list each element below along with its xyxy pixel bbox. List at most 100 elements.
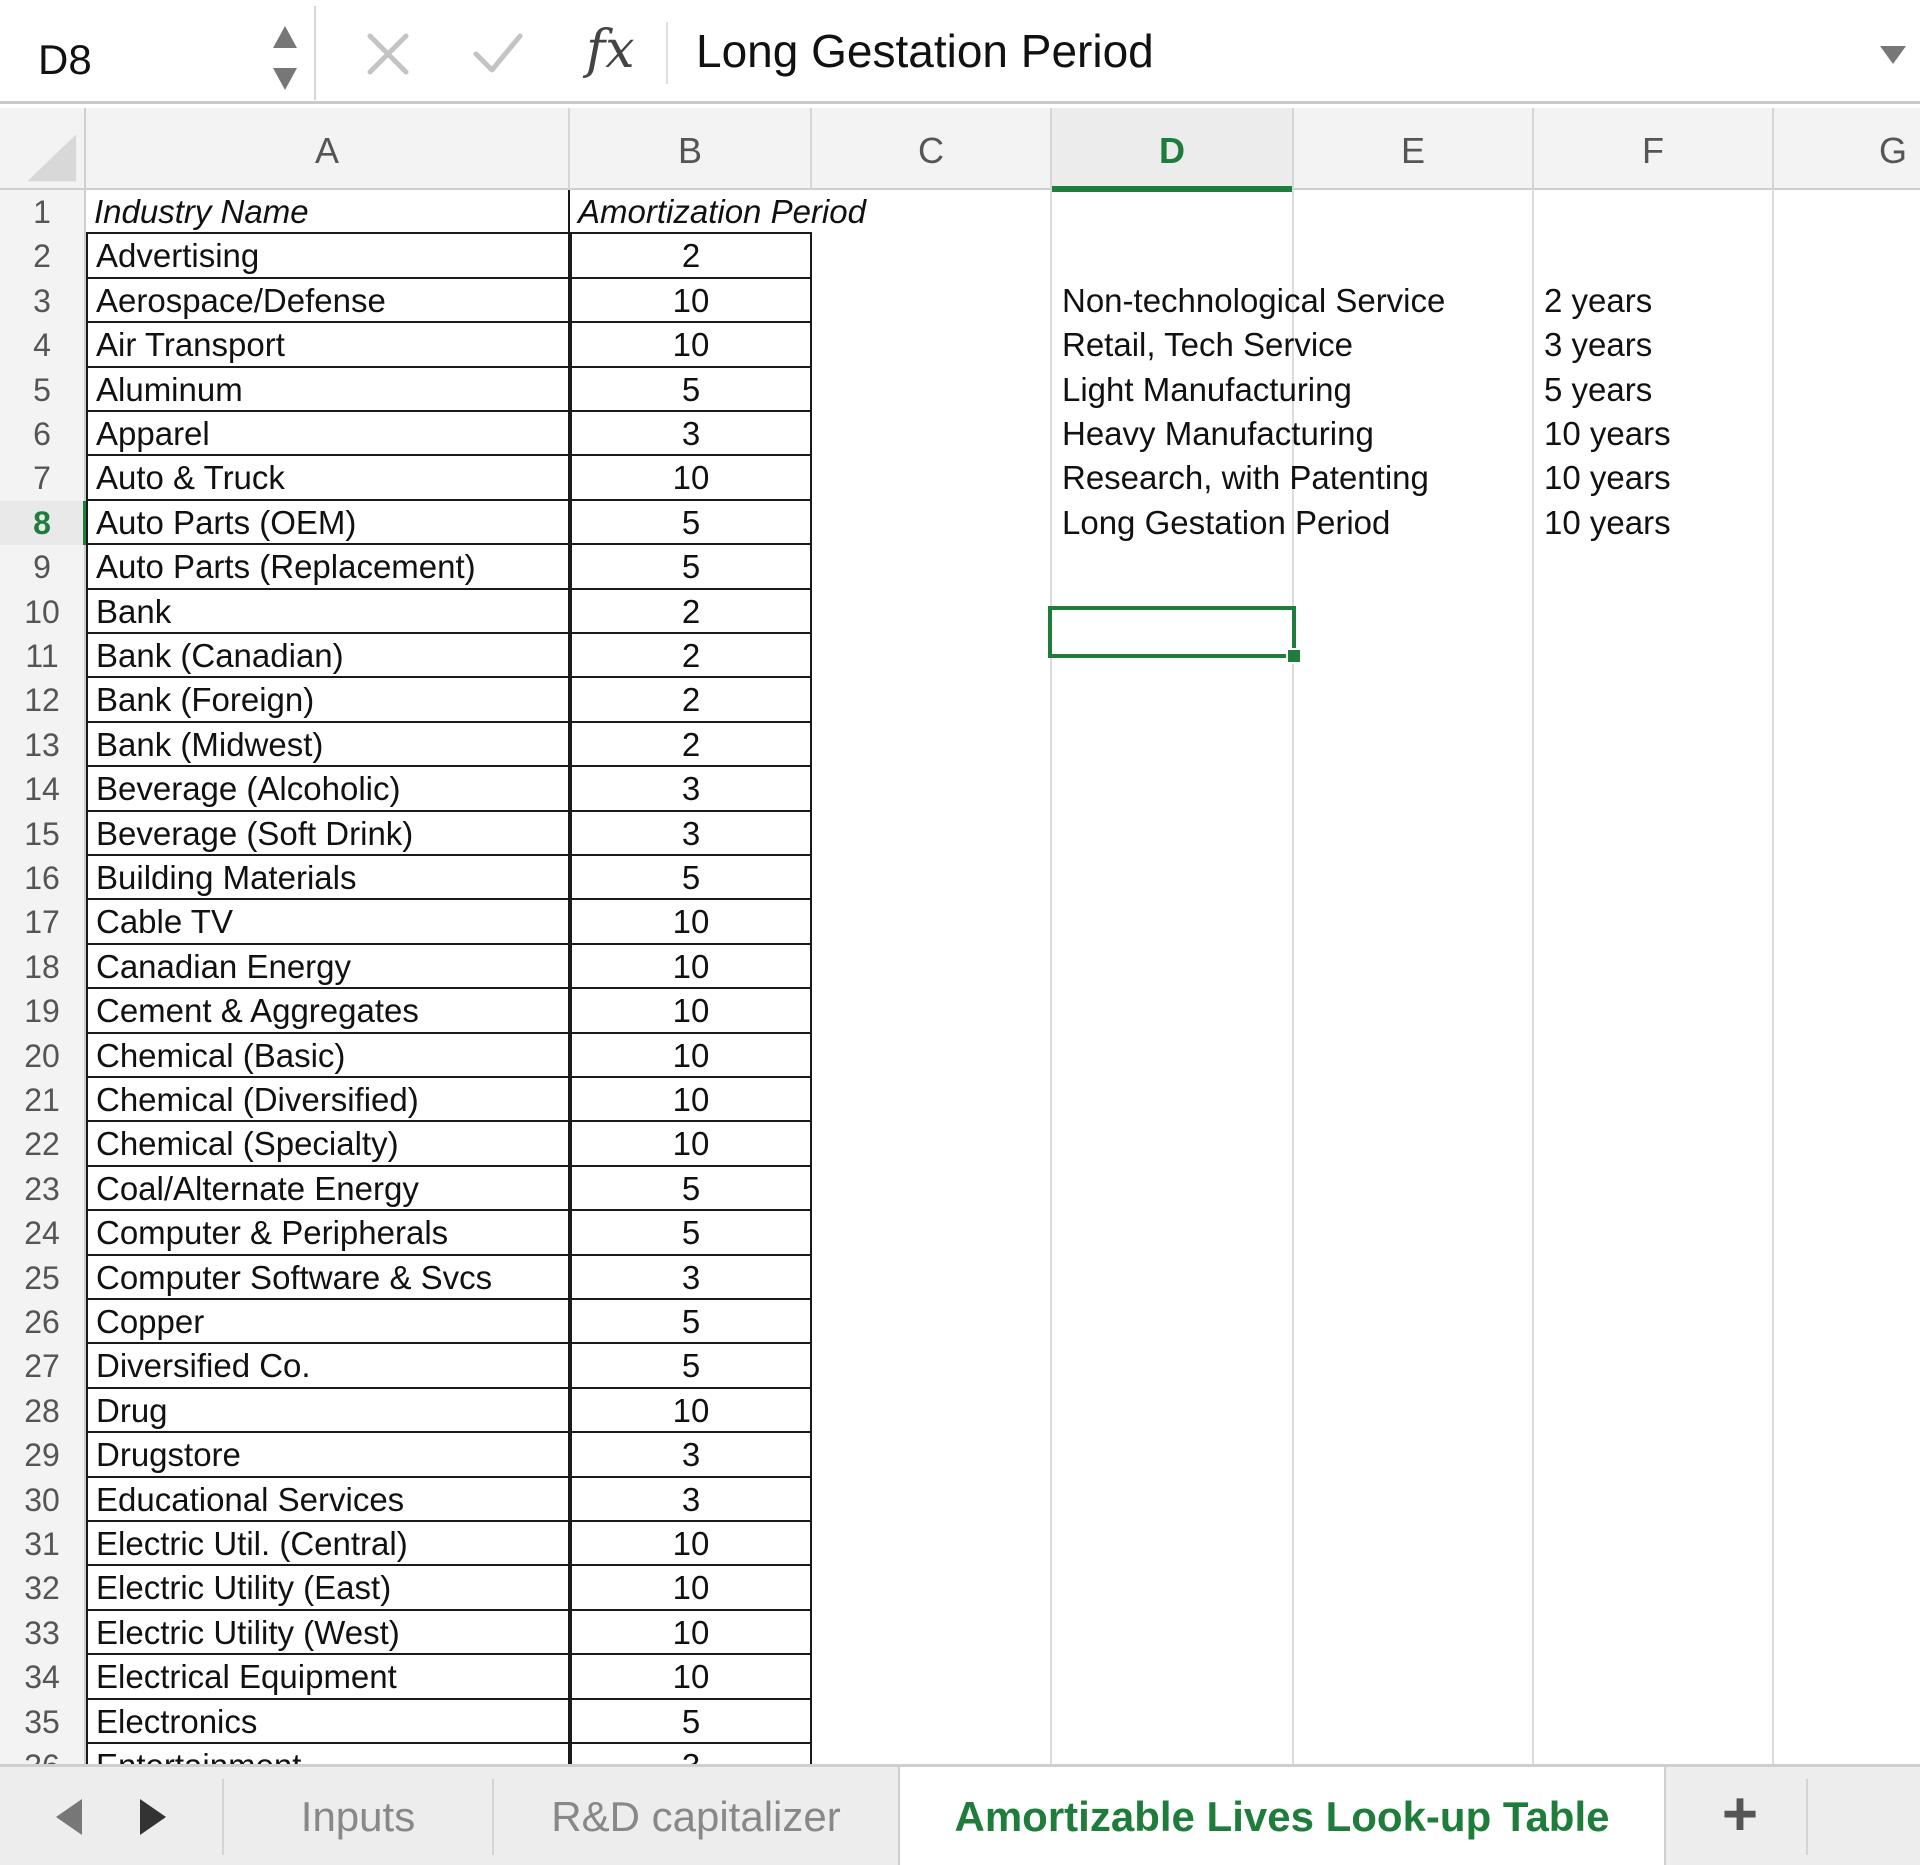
industry-name-cell[interactable]: Drug — [86, 1388, 570, 1434]
row-header[interactable]: 33 — [0, 1610, 86, 1656]
industry-name-cell[interactable]: Electronics — [86, 1699, 570, 1744]
industry-name-cell[interactable]: Bank (Canadian) — [86, 634, 570, 679]
row-header[interactable]: 23 — [0, 1166, 86, 1212]
stepper-icon[interactable] — [270, 22, 300, 94]
amortization-period-cell[interactable]: 3 — [570, 1433, 812, 1478]
chevron-down-icon[interactable] — [1878, 44, 1908, 66]
amortization-period-cell[interactable]: 5 — [570, 500, 812, 546]
industry-name-cell[interactable]: Beverage (Soft Drink) — [86, 811, 570, 856]
industry-name-header[interactable]: Industry Name — [86, 190, 570, 235]
amortization-period-cell[interactable]: 10 — [570, 1655, 812, 1700]
row-header[interactable]: 2 — [0, 234, 86, 279]
lookup-category-cell[interactable]: Heavy Manufacturing — [1052, 412, 1374, 456]
amortization-period-cell[interactable]: 10 — [570, 1522, 812, 1567]
lookup-category-cell[interactable]: Long Gestation Period — [1052, 501, 1390, 545]
amortization-period-cell[interactable]: 5 — [570, 367, 812, 412]
row-header[interactable]: 32 — [0, 1566, 86, 1611]
industry-name-cell[interactable]: Apparel — [86, 412, 570, 457]
amortization-period-cell[interactable]: 3 — [570, 1255, 812, 1300]
amortization-period-cell[interactable]: 10 — [570, 989, 812, 1034]
industry-name-cell[interactable]: Auto & Truck — [86, 456, 570, 501]
amortization-period-cell[interactable]: 10 — [570, 944, 812, 990]
add-sheet-button[interactable]: + — [1712, 1784, 1768, 1849]
industry-name-cell[interactable]: Copper — [86, 1300, 570, 1345]
lookup-life-cell[interactable]: 10 years — [1534, 501, 1774, 545]
column-header-b[interactable]: B — [570, 108, 812, 190]
row-header[interactable]: 17 — [0, 900, 86, 945]
amortization-period-cell[interactable]: 2 — [570, 722, 812, 768]
column-header-e[interactable]: E — [1294, 108, 1534, 190]
industry-name-cell[interactable]: Bank (Foreign) — [86, 678, 570, 723]
row-header[interactable]: 26 — [0, 1300, 86, 1345]
amortization-period-cell[interactable]: 10 — [570, 1122, 812, 1167]
lookup-life-cell[interactable]: 3 years — [1534, 323, 1774, 367]
industry-name-cell[interactable]: Coal/Alternate Energy — [86, 1166, 570, 1212]
industry-name-cell[interactable]: Canadian Energy — [86, 944, 570, 990]
amortization-period-cell[interactable]: 2 — [570, 234, 812, 279]
industry-name-cell[interactable]: Educational Services — [86, 1477, 570, 1522]
row-header[interactable]: 4 — [0, 323, 86, 368]
amortization-period-cell[interactable]: 10 — [570, 278, 812, 324]
row-header[interactable]: 25 — [0, 1255, 86, 1300]
industry-name-cell[interactable]: Computer Software & Svcs — [86, 1255, 570, 1300]
industry-name-cell[interactable]: Auto Parts (Replacement) — [86, 545, 570, 590]
amortization-period-cell[interactable]: 3 — [570, 412, 812, 457]
amortization-period-cell[interactable]: 3 — [570, 811, 812, 856]
lookup-category-cell[interactable]: Retail, Tech Service — [1052, 323, 1353, 367]
lookup-life-cell[interactable]: 10 years — [1534, 456, 1774, 500]
industry-name-cell[interactable]: Aluminum — [86, 367, 570, 412]
row-header[interactable]: 10 — [0, 589, 86, 634]
amortization-period-cell[interactable]: 10 — [570, 1388, 812, 1434]
lookup-life-cell[interactable]: 2 years — [1534, 279, 1774, 323]
row-header[interactable]: 1 — [0, 190, 86, 235]
row-header[interactable]: 14 — [0, 767, 86, 812]
row-header[interactable]: 35 — [0, 1699, 86, 1744]
amortization-period-cell[interactable]: 5 — [570, 1166, 812, 1212]
amortization-period-cell[interactable]: 3 — [570, 1477, 812, 1522]
row-header[interactable]: 13 — [0, 722, 86, 768]
next-sheet-arrow-icon[interactable] — [132, 1795, 172, 1839]
industry-name-cell[interactable]: Advertising — [86, 234, 570, 279]
tab-amortizable-lives-lookup[interactable]: Amortizable Lives Look-up Table — [898, 1767, 1666, 1865]
row-header[interactable]: 7 — [0, 456, 86, 501]
row-header[interactable]: 6 — [0, 412, 86, 457]
row-header[interactable]: 9 — [0, 545, 86, 590]
amortization-period-header[interactable]: Amortization Period — [570, 190, 866, 235]
industry-name-cell[interactable]: Electrical Equipment — [86, 1655, 570, 1700]
lookup-category-cell[interactable]: Research, with Patenting — [1052, 456, 1429, 500]
industry-name-cell[interactable]: Chemical (Basic) — [86, 1033, 570, 1078]
fill-handle[interactable] — [1286, 648, 1302, 664]
amortization-period-cell[interactable]: 3 — [570, 1744, 812, 1764]
amortization-period-cell[interactable]: 10 — [570, 1078, 812, 1123]
tab-inputs[interactable]: Inputs — [224, 1767, 492, 1865]
row-header[interactable]: 18 — [0, 944, 86, 990]
industry-name-cell[interactable]: Chemical (Diversified) — [86, 1078, 570, 1123]
industry-name-cell[interactable]: Bank — [86, 589, 570, 634]
row-header[interactable]: 22 — [0, 1122, 86, 1167]
lookup-category-cell[interactable]: Light Manufacturing — [1052, 368, 1352, 412]
row-header[interactable]: 8 — [0, 500, 88, 546]
industry-name-cell[interactable]: Computer & Peripherals — [86, 1211, 570, 1256]
amortization-period-cell[interactable]: 3 — [570, 767, 812, 812]
row-header[interactable]: 31 — [0, 1522, 86, 1567]
industry-name-cell[interactable]: Drugstore — [86, 1433, 570, 1478]
amortization-period-cell[interactable]: 10 — [570, 1610, 812, 1656]
industry-name-cell[interactable]: Electric Utility (East) — [86, 1566, 570, 1611]
amortization-period-cell[interactable]: 2 — [570, 589, 812, 634]
row-header[interactable]: 30 — [0, 1477, 86, 1522]
amortization-period-cell[interactable]: 10 — [570, 1033, 812, 1078]
previous-sheet-arrow-icon[interactable] — [50, 1795, 90, 1839]
industry-name-cell[interactable]: Electric Util. (Central) — [86, 1522, 570, 1567]
amortization-period-cell[interactable]: 10 — [570, 900, 812, 945]
amortization-period-cell[interactable]: 10 — [570, 456, 812, 501]
column-header-c[interactable]: C — [812, 108, 1052, 190]
industry-name-cell[interactable]: Entertainment — [86, 1744, 570, 1764]
row-header[interactable]: 29 — [0, 1433, 86, 1478]
industry-name-cell[interactable]: Beverage (Alcoholic) — [86, 767, 570, 812]
select-all-corner[interactable] — [0, 108, 86, 190]
industry-name-cell[interactable]: Air Transport — [86, 323, 570, 368]
amortization-period-cell[interactable]: 5 — [570, 1211, 812, 1256]
column-header-d[interactable]: D — [1052, 108, 1294, 192]
industry-name-cell[interactable]: Auto Parts (OEM) — [86, 500, 570, 546]
column-header-a[interactable]: A — [86, 108, 570, 190]
